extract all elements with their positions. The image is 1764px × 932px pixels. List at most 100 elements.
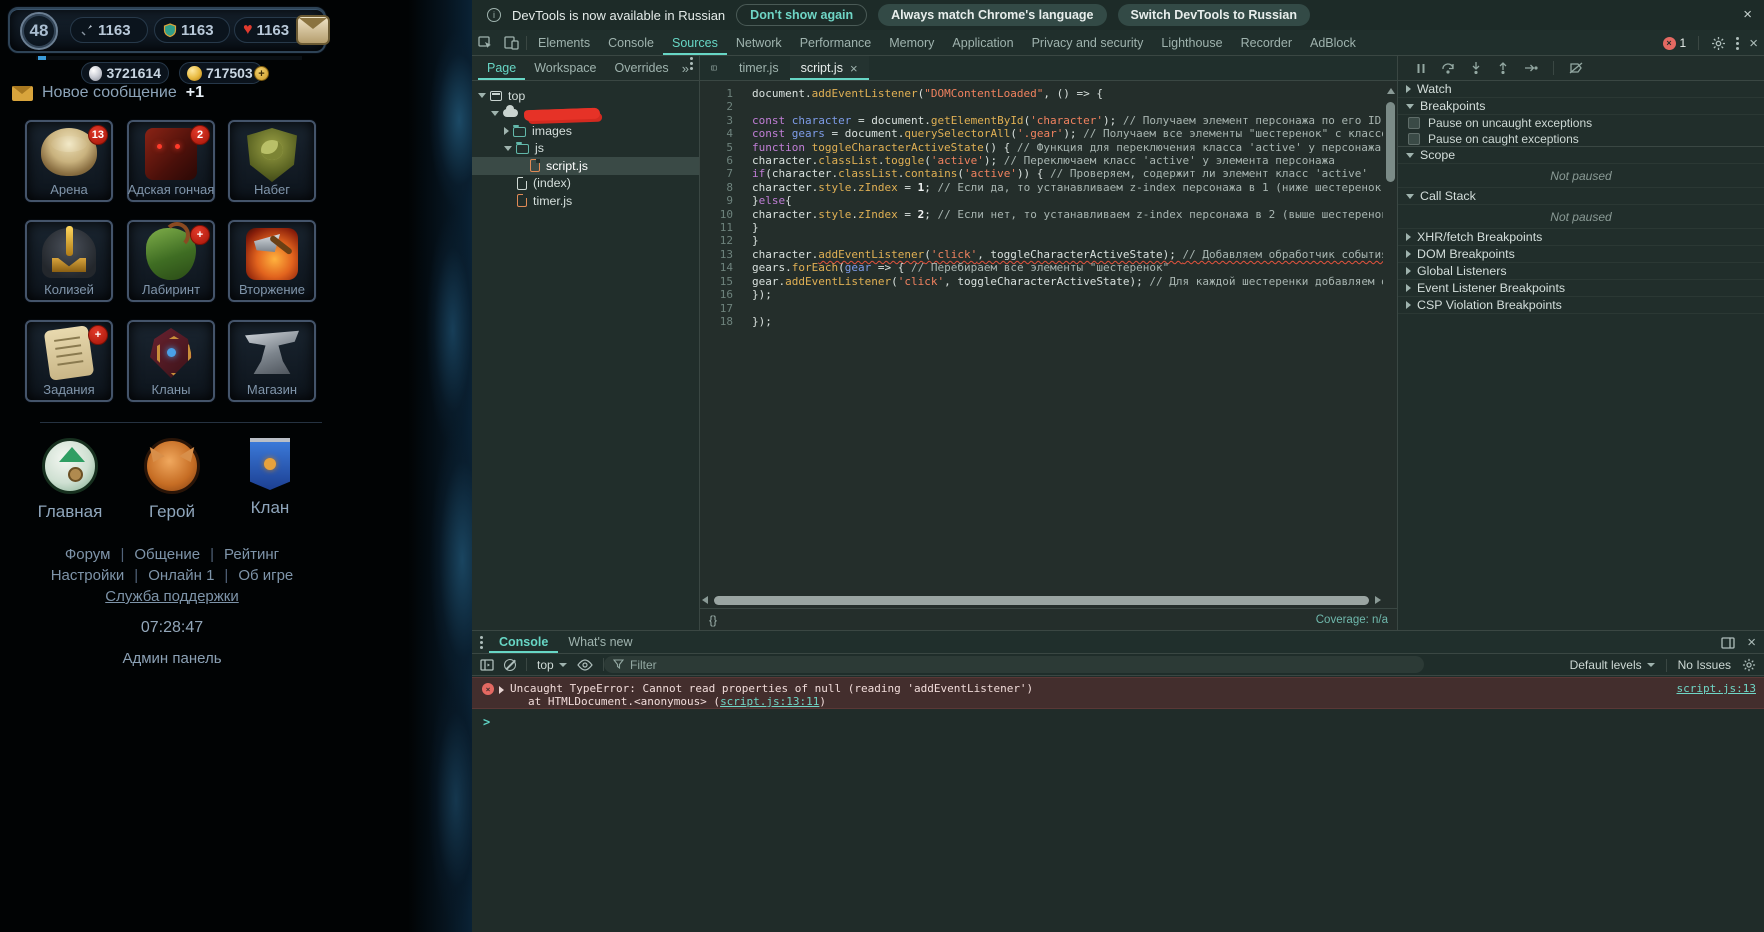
player-level-badge[interactable]: 48 xyxy=(20,12,58,50)
silver-currency[interactable]: 3721614 xyxy=(81,62,169,84)
debugger-section-watch[interactable]: Watch xyxy=(1398,81,1764,98)
menu-item-shop[interactable]: Магазин xyxy=(228,320,316,402)
horizontal-scrollbar[interactable] xyxy=(702,595,1381,606)
admin-panel-link[interactable]: Админ панель xyxy=(0,650,344,667)
context-selector[interactable]: top xyxy=(537,658,567,672)
tab-lighthouse[interactable]: Lighthouse xyxy=(1152,30,1231,55)
navigator-menu-icon[interactable] xyxy=(690,62,693,65)
tab-sources[interactable]: Sources xyxy=(663,30,727,55)
debugger-section-xhr-fetch-breakpoints[interactable]: XHR/fetch Breakpoints xyxy=(1398,229,1764,246)
step-over-icon[interactable] xyxy=(1441,62,1455,74)
step-icon[interactable] xyxy=(1524,62,1538,74)
console-settings-gear-icon[interactable] xyxy=(1742,658,1756,672)
vertical-scrollbar[interactable] xyxy=(1385,86,1396,594)
close-drawer-icon[interactable]: × xyxy=(1747,635,1756,650)
device-toolbar-icon[interactable] xyxy=(498,30,524,55)
vertical-scroll-thumb[interactable] xyxy=(1386,102,1395,182)
debugger-section-global-listeners[interactable]: Global Listeners xyxy=(1398,263,1764,280)
editor-tab-script.js[interactable]: script.js× xyxy=(790,56,869,80)
menu-item-coliseum[interactable]: Колизей xyxy=(25,220,113,302)
drawer-tab-what-s-new[interactable]: What's new xyxy=(558,631,642,653)
tree-item-js[interactable]: js xyxy=(472,140,699,158)
switch-language-button[interactable]: Switch DevTools to Russian xyxy=(1118,4,1310,26)
debugger-section-event-listener-breakpoints[interactable]: Event Listener Breakpoints xyxy=(1398,280,1764,297)
stack-source-link[interactable]: script.js:13:11 xyxy=(720,695,819,708)
clear-console-icon[interactable] xyxy=(504,659,516,671)
menu-item-hound[interactable]: 2Адская гончая xyxy=(127,120,215,202)
coverage-status[interactable]: Coverage: n/a xyxy=(1316,614,1388,626)
footer-link[interactable]: Рейтинг xyxy=(224,546,279,563)
tab-network[interactable]: Network xyxy=(727,30,791,55)
pause-icon[interactable] xyxy=(1416,63,1426,74)
navigator-tab-page[interactable]: Page xyxy=(478,56,525,80)
horizontal-scroll-thumb[interactable] xyxy=(714,596,1369,605)
tree-item-top[interactable]: top xyxy=(472,87,699,105)
tree-item-(index)[interactable]: (index) xyxy=(472,175,699,193)
console-sidebar-icon[interactable] xyxy=(480,659,494,671)
log-levels-select[interactable]: Default levels xyxy=(1570,658,1655,672)
tab-elements[interactable]: Elements xyxy=(529,30,599,55)
dock-icon[interactable] xyxy=(1721,637,1735,649)
mail-button[interactable] xyxy=(296,15,330,45)
chevron-open-icon[interactable] xyxy=(491,111,499,116)
error-source-link[interactable]: script.js:13 xyxy=(1677,682,1756,695)
debugger-section-csp-violation-breakpoints[interactable]: CSP Violation Breakpoints xyxy=(1398,297,1764,314)
tab-recorder[interactable]: Recorder xyxy=(1232,30,1301,55)
step-out-icon[interactable] xyxy=(1497,62,1509,74)
buy-gold-button[interactable]: + xyxy=(254,66,269,81)
navigator-tab-overrides[interactable]: Overrides xyxy=(606,56,678,80)
tree-item-images[interactable]: images xyxy=(472,122,699,140)
tree-item-timer.js[interactable]: timer.js xyxy=(472,192,699,210)
dont-show-again-button[interactable]: Don't show again xyxy=(736,4,867,26)
settings-gear-icon[interactable] xyxy=(1711,36,1726,51)
live-expression-eye-icon[interactable] xyxy=(577,659,593,671)
tab-privacy-and-security[interactable]: Privacy and security xyxy=(1023,30,1153,55)
footer-link[interactable]: Онлайн 1 xyxy=(148,567,214,584)
more-tabs-chevron[interactable]: » xyxy=(678,56,693,80)
checkbox[interactable] xyxy=(1408,117,1420,129)
console-filter-input[interactable]: Filter xyxy=(604,656,1424,673)
close-devtools-icon[interactable]: × xyxy=(1749,36,1758,51)
code-area[interactable]: 123456789101112131415161718 document.add… xyxy=(700,81,1383,595)
footer-link[interactable]: Об игре xyxy=(238,567,293,584)
deactivate-breakpoints-icon[interactable] xyxy=(1569,62,1583,74)
inspect-element-icon[interactable] xyxy=(472,30,498,55)
tab-performance[interactable]: Performance xyxy=(791,30,881,55)
chevron-open-icon[interactable] xyxy=(504,146,512,151)
editor-tab-timer.js[interactable]: timer.js xyxy=(728,56,790,80)
bottom-nav-hero[interactable]: Герой xyxy=(124,438,220,522)
drawer-menu-icon[interactable] xyxy=(480,641,483,644)
tab-memory[interactable]: Memory xyxy=(880,30,943,55)
menu-item-raid[interactable]: Набег xyxy=(228,120,316,202)
tab-adblock[interactable]: AdBlock xyxy=(1301,30,1365,55)
menu-item-tasks[interactable]: +Задания xyxy=(25,320,113,402)
menu-item-clans[interactable]: Кланы xyxy=(127,320,215,402)
support-link[interactable]: Служба поддержки xyxy=(0,588,344,605)
navigator-tab-workspace[interactable]: Workspace xyxy=(525,56,605,80)
console-prompt[interactable]: > xyxy=(483,715,490,729)
debugger-section-dom-breakpoints[interactable]: DOM Breakpoints xyxy=(1398,246,1764,263)
more-options-icon[interactable] xyxy=(1736,42,1739,45)
scroll-right-arrow[interactable] xyxy=(1375,596,1381,604)
tab-application[interactable]: Application xyxy=(943,30,1022,55)
checkbox[interactable] xyxy=(1408,133,1420,145)
bottom-nav-clanflag[interactable]: Клан xyxy=(222,438,318,518)
error-count-badge[interactable]: × 1 xyxy=(1663,36,1687,50)
footer-link[interactable]: Настройки xyxy=(51,567,125,584)
menu-item-arena[interactable]: 13Арена xyxy=(25,120,113,202)
new-message-banner[interactable]: Новое сообщение +1 xyxy=(12,84,204,102)
menu-item-invasion[interactable]: Вторжение xyxy=(228,220,316,302)
console-error-message[interactable]: × Uncaught TypeError: Cannot read proper… xyxy=(472,677,1764,709)
expand-triangle-icon[interactable] xyxy=(499,686,504,694)
debugger-section-call-stack[interactable]: Call Stack xyxy=(1398,188,1764,205)
drawer-tab-console[interactable]: Console xyxy=(489,631,558,653)
issues-counter[interactable]: No Issues xyxy=(1678,658,1731,672)
footer-link[interactable]: Общение xyxy=(134,546,200,563)
close-tab-icon[interactable]: × xyxy=(850,61,858,76)
gold-currency[interactable]: 717503 + xyxy=(179,62,263,84)
scroll-up-arrow[interactable] xyxy=(1387,88,1395,94)
chevron-closed-icon[interactable] xyxy=(504,127,509,135)
pretty-print-icon[interactable]: {} xyxy=(709,613,717,627)
bottom-nav-home[interactable]: Главная xyxy=(22,438,118,522)
tree-item-redacted-domain[interactable] xyxy=(472,105,699,123)
